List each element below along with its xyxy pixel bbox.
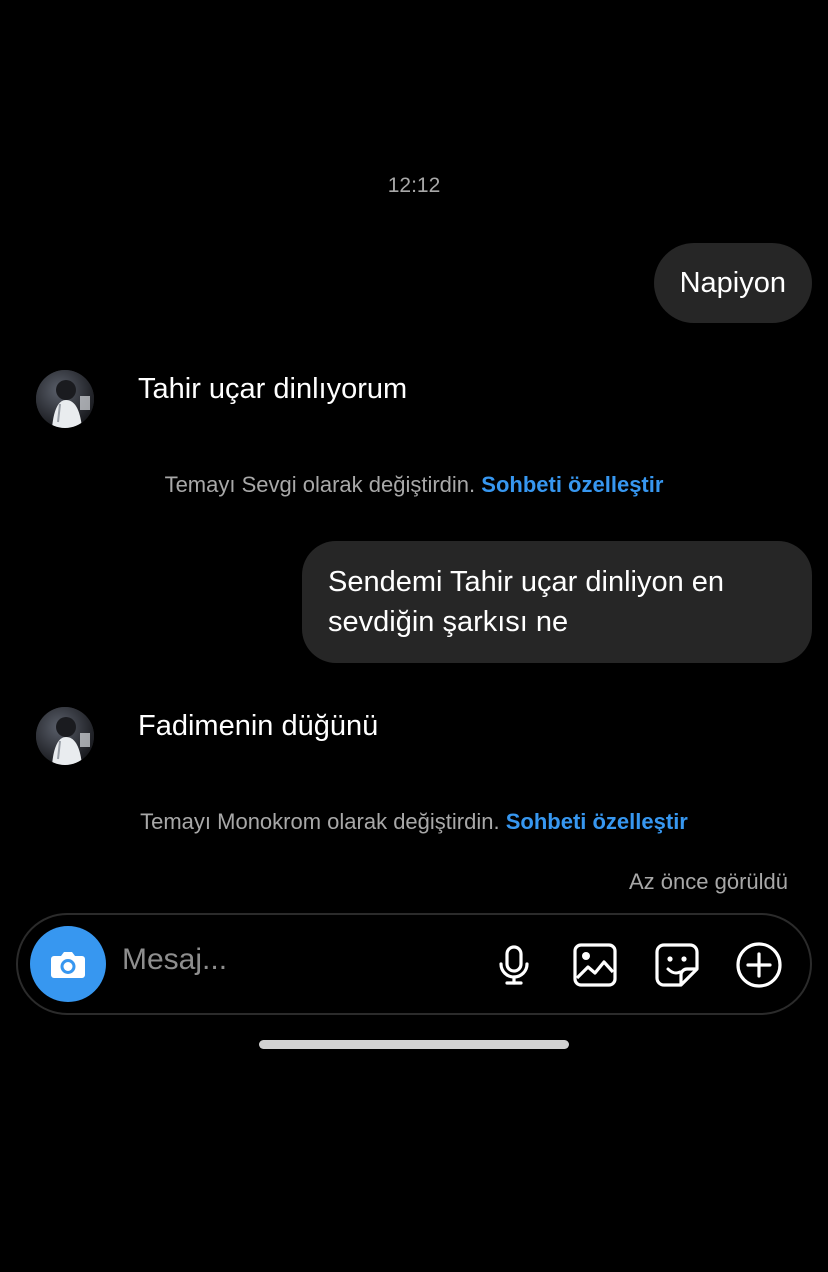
camera-icon [51,952,85,978]
message-text: Fadimenin düğünü [138,709,379,742]
message-input[interactable]: Mesaj... [122,943,227,977]
incoming-message-row[interactable]: Tahir uçar dinlıyorum [36,370,407,428]
more-options-button[interactable] [735,941,783,989]
system-message-text: Temayı Monokrom olarak değiştirdin. [140,809,500,834]
theme-change-notice: Temayı Sevgi olarak değiştirdin. Sohbeti… [0,472,828,498]
sticker-icon [655,943,699,987]
message-composer: Mesaj... [16,913,812,1015]
message-timestamp: 12:12 [387,174,441,197]
seen-status: Az önce görüldü [629,869,788,894]
message-text: Napiyon [679,267,786,299]
outgoing-message-bubble[interactable]: Sendemi Tahir uçar dinliyon en sevdiğin … [302,541,812,663]
microphone-button[interactable] [490,941,538,989]
camera-button[interactable] [30,926,106,1002]
message-text: Tahir uçar dinlıyorum [138,372,408,405]
outgoing-message-bubble[interactable]: Napiyon [653,243,812,323]
theme-change-notice: Temayı Monokrom olarak değiştirdin. Sohb… [0,809,828,835]
sticker-button[interactable] [653,941,701,989]
gallery-icon [573,943,617,987]
message-text-line: Sendemi Tahir uçar dinliyon en [328,566,725,598]
avatar[interactable] [36,707,94,765]
message-text-line: sevdiğin şarkısı ne [328,606,569,638]
avatar[interactable] [36,370,94,428]
microphone-icon [499,945,529,985]
customize-chat-link[interactable]: Sohbeti özelleştir [506,809,688,834]
plus-icon [736,942,782,988]
incoming-message-row[interactable]: Fadimenin düğünü [36,707,378,765]
system-message-text: Temayı Sevgi olarak değiştirdin. [164,472,476,497]
customize-chat-link[interactable]: Sohbeti özelleştir [481,472,663,497]
home-indicator[interactable] [259,1040,569,1049]
avatar-image [36,707,94,765]
gallery-button[interactable] [571,941,619,989]
avatar-image [36,370,94,428]
